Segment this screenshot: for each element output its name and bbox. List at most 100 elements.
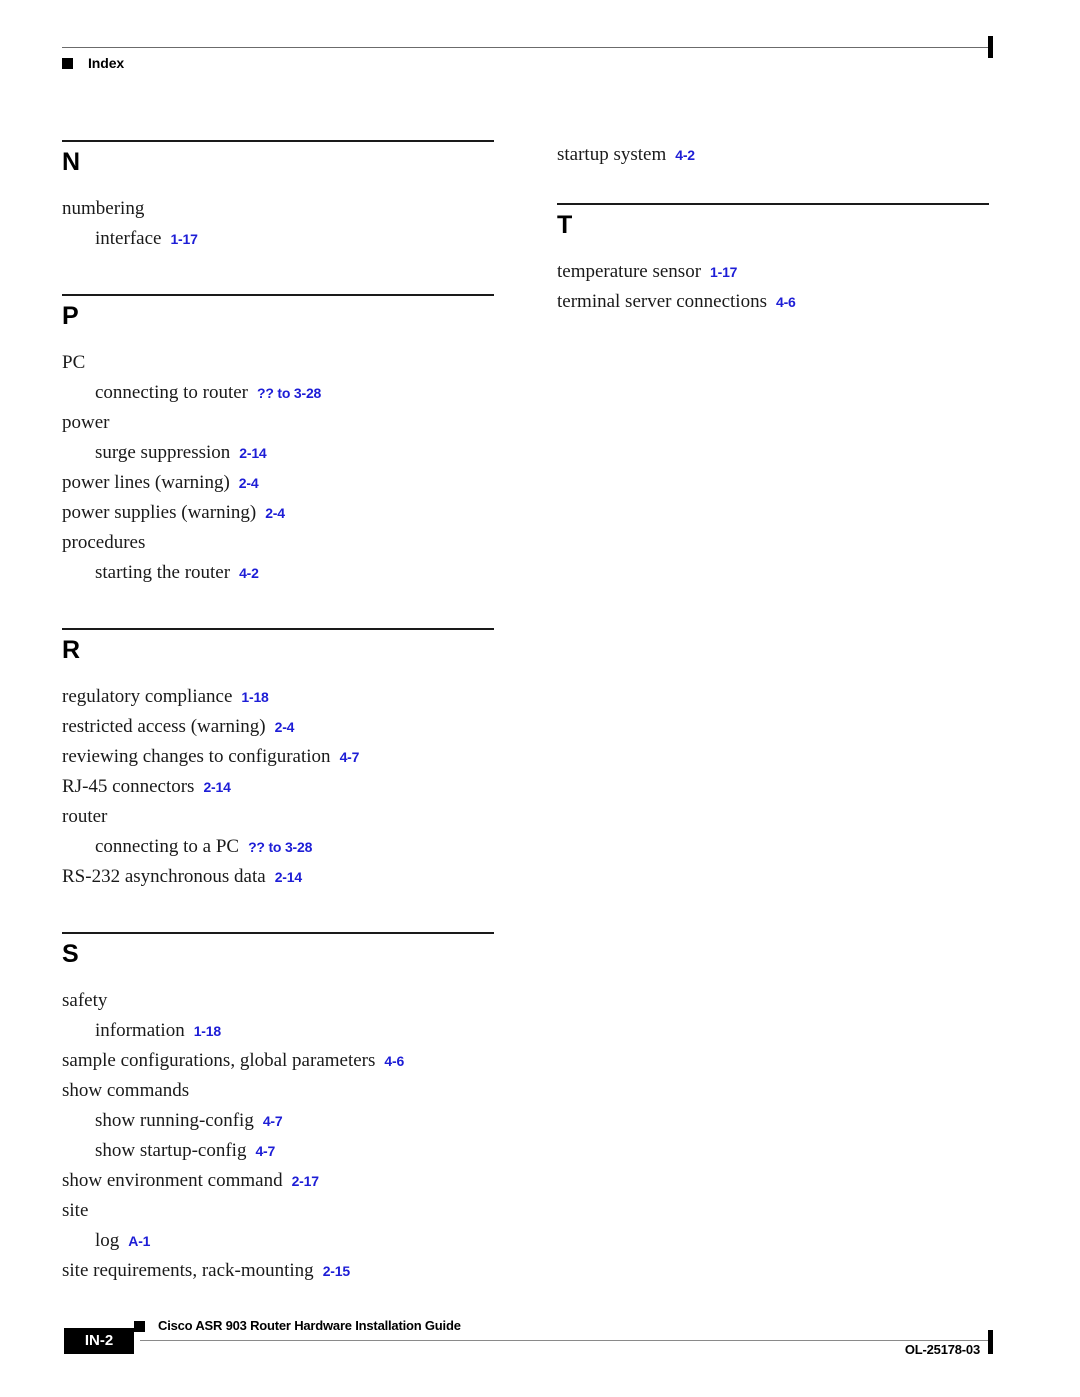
document-id: OL-25178-03 <box>904 1342 980 1357</box>
entry-term: temperature sensor <box>557 261 702 282</box>
entry-page-reference[interactable]: 2-14 <box>239 445 266 461</box>
index-entry[interactable]: terminal server connections 4-6 <box>557 287 989 317</box>
entry-term: safety <box>62 990 108 1011</box>
entry-term: procedures <box>62 532 146 553</box>
index-columns: N numbering interface 1-17 P PC connectin… <box>0 0 1080 1397</box>
section-divider <box>62 628 494 630</box>
section-continuation-entries: startup system 4-2 <box>557 140 989 170</box>
page-footer: IN-2 Cisco ASR 903 Router Hardware Insta… <box>0 1300 1080 1370</box>
index-entry[interactable]: reviewing changes to configuration 4-7 <box>62 742 494 772</box>
entry-page-reference[interactable]: 4-7 <box>255 1143 275 1159</box>
section-entries: numbering interface 1-17 <box>62 194 494 254</box>
section-divider <box>62 932 494 934</box>
section-letter: R <box>62 636 81 664</box>
index-column-left: N numbering interface 1-17 P PC connectin… <box>62 140 494 1286</box>
index-entry[interactable]: power supplies (warning) 2-4 <box>62 498 494 528</box>
entry-term: RS-232 asynchronous data <box>62 866 266 887</box>
section-entries: regulatory compliance 1-18 restricted acc… <box>62 682 494 892</box>
entry-page-reference[interactable]: 2-4 <box>275 719 295 735</box>
entry-page-reference[interactable]: 1-18 <box>194 1023 221 1039</box>
entry-page-reference[interactable]: 2-4 <box>239 475 259 491</box>
section-divider <box>557 203 989 205</box>
index-entry[interactable]: starting the router 4-2 <box>62 558 494 588</box>
entry-page-reference[interactable]: 2-14 <box>275 869 302 885</box>
index-section-r: R regulatory compliance 1-18 restricted a… <box>62 628 494 892</box>
entry-term: terminal server connections <box>557 291 767 312</box>
entry-page-reference[interactable]: 2-14 <box>203 779 230 795</box>
entry-page-reference[interactable]: 4-7 <box>340 749 360 765</box>
section-letter: T <box>557 211 573 239</box>
index-entry[interactable]: interface 1-17 <box>62 224 494 254</box>
entry-term: site requirements, rack-mounting <box>62 1260 314 1281</box>
index-entry[interactable]: restricted access (warning) 2-4 <box>62 712 494 742</box>
index-entry[interactable]: connecting to router ?? to 3-28 <box>62 378 494 408</box>
entry-term: RJ-45 connectors <box>62 776 195 797</box>
entry-term: startup system <box>557 144 667 165</box>
index-entry[interactable]: show environment command 2-17 <box>62 1166 494 1196</box>
entry-page-reference[interactable]: 4-6 <box>776 294 796 310</box>
entry-page-reference[interactable]: ?? to 3-28 <box>257 385 321 401</box>
entry-term: show commands <box>62 1080 190 1101</box>
entry-page-reference[interactable]: 4-2 <box>675 147 695 163</box>
index-section-t: T temperature sensor 1-17 terminal server… <box>557 203 989 317</box>
index-entry[interactable]: RJ-45 connectors 2-14 <box>62 772 494 802</box>
index-section-n: N numbering interface 1-17 <box>62 140 494 254</box>
entry-term: PC <box>62 352 86 373</box>
page-number: IN-2 <box>84 1332 114 1349</box>
entry-term: regulatory compliance <box>62 686 233 707</box>
entry-term: power supplies (warning) <box>62 502 257 523</box>
entry-term: sample configurations, global parameters <box>62 1050 376 1071</box>
index-entry[interactable]: surge suppression 2-14 <box>62 438 494 468</box>
entry-page-reference[interactable]: A-1 <box>128 1233 150 1249</box>
section-letter: S <box>62 940 79 968</box>
entry-term: show running-config <box>95 1110 254 1131</box>
index-entry[interactable]: show startup-config 4-7 <box>62 1136 494 1166</box>
entry-page-reference[interactable]: 1-18 <box>241 689 268 705</box>
entry-page-reference[interactable]: 2-17 <box>292 1173 319 1189</box>
section-divider <box>62 294 494 296</box>
section-entries: temperature sensor 1-17 terminal server c… <box>557 257 989 317</box>
index-entry[interactable]: numbering <box>62 194 494 224</box>
entry-term: power lines (warning) <box>62 472 230 493</box>
entry-page-reference[interactable]: ?? to 3-28 <box>248 839 312 855</box>
index-entry[interactable]: PC <box>62 348 494 378</box>
index-entry[interactable]: sample configurations, global parameters… <box>62 1046 494 1076</box>
index-entry[interactable]: temperature sensor 1-17 <box>557 257 989 287</box>
index-entry[interactable]: router <box>62 802 494 832</box>
index-entry[interactable]: site <box>62 1196 494 1226</box>
index-entry[interactable]: information 1-18 <box>62 1016 494 1046</box>
section-letter: P <box>62 302 79 330</box>
entry-page-reference[interactable]: 2-4 <box>265 505 285 521</box>
index-entry[interactable]: procedures <box>62 528 494 558</box>
index-entry[interactable]: site requirements, rack-mounting 2-15 <box>62 1256 494 1286</box>
index-entry[interactable]: safety <box>62 986 494 1016</box>
index-entry[interactable]: startup system 4-2 <box>557 140 989 170</box>
entry-term: reviewing changes to configuration <box>62 746 331 767</box>
footer-divider <box>140 1340 992 1341</box>
index-entry[interactable]: power lines (warning) 2-4 <box>62 468 494 498</box>
entry-term: log <box>95 1230 120 1251</box>
entry-term: restricted access (warning) <box>62 716 266 737</box>
entry-term: numbering <box>62 198 145 219</box>
entry-term: surge suppression <box>95 442 231 463</box>
entry-term: show startup-config <box>95 1140 247 1161</box>
section-letter: N <box>62 148 81 176</box>
entry-page-reference[interactable]: 4-7 <box>263 1113 283 1129</box>
entry-page-reference[interactable]: 4-2 <box>239 565 259 581</box>
index-entry[interactable]: RS-232 asynchronous data 2-14 <box>62 862 494 892</box>
footer-edge-marker <box>988 1330 993 1354</box>
entry-page-reference[interactable]: 4-6 <box>384 1053 404 1069</box>
index-entry[interactable]: connecting to a PC ?? to 3-28 <box>62 832 494 862</box>
entry-term: information <box>95 1020 185 1041</box>
entry-page-reference[interactable]: 2-15 <box>323 1263 350 1279</box>
index-entry[interactable]: power <box>62 408 494 438</box>
index-entry[interactable]: show running-config 4-7 <box>62 1106 494 1136</box>
index-entry[interactable]: show commands <box>62 1076 494 1106</box>
index-entry[interactable]: log A-1 <box>62 1226 494 1256</box>
entry-term: starting the router <box>95 562 231 583</box>
entry-page-reference[interactable]: 1-17 <box>170 231 197 247</box>
black-square-icon <box>134 1321 145 1332</box>
index-entry[interactable]: regulatory compliance 1-18 <box>62 682 494 712</box>
section-entries: PC connecting to router ?? to 3-28 power … <box>62 348 494 588</box>
entry-page-reference[interactable]: 1-17 <box>710 264 737 280</box>
